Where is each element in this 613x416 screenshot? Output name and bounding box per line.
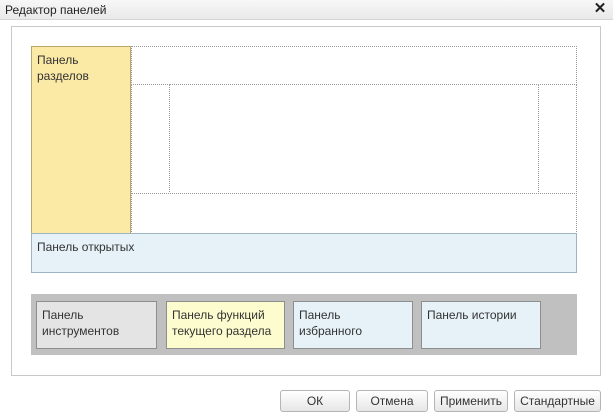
favorites-panel-label: Панель избранного — [299, 308, 363, 338]
title-bar: Редактор панелей ✕ — [0, 0, 613, 20]
tools-panel-label: Панель инструментов — [42, 308, 120, 338]
history-panel[interactable]: Панель истории — [421, 301, 541, 349]
top-drop-zone[interactable] — [131, 46, 577, 85]
sections-panel-label: Панель разделов — [37, 53, 89, 83]
section-functions-panel[interactable]: Панель функций текущего раздела — [166, 301, 285, 349]
opened-panel[interactable]: Панель открытых — [31, 233, 577, 273]
bottom-drop-zone[interactable] — [131, 193, 577, 234]
right-inner-drop-zone[interactable] — [538, 84, 577, 194]
apply-button[interactable]: Применить — [434, 390, 508, 412]
section-functions-panel-label: Панель функций текущего раздела — [172, 308, 272, 338]
sections-panel[interactable]: Панель разделов — [31, 46, 131, 234]
close-icon[interactable]: ✕ — [593, 0, 607, 18]
window-title: Редактор панелей — [5, 3, 107, 17]
tools-panel[interactable]: Панель инструментов — [36, 301, 157, 349]
available-panels-tray: Панель инструментов Панель функций текущ… — [31, 294, 577, 355]
center-work-area — [169, 84, 539, 194]
default-button[interactable]: Стандартные — [514, 390, 601, 412]
history-panel-label: Панель истории — [427, 308, 517, 322]
favorites-panel[interactable]: Панель избранного — [293, 301, 413, 349]
cancel-button[interactable]: Отмена — [356, 390, 428, 412]
opened-panel-label: Панель открытых — [37, 240, 135, 254]
ok-button[interactable]: ОК — [280, 390, 350, 412]
left-inner-drop-zone[interactable] — [131, 84, 170, 194]
